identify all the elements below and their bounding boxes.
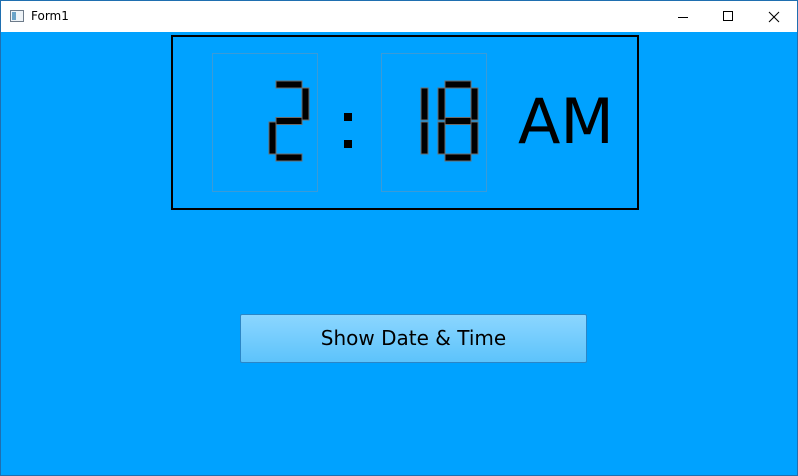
digit-segment-e <box>268 121 277 155</box>
digit-segment-a <box>444 80 472 89</box>
digit-segment-d <box>275 153 303 162</box>
digit-segment-b <box>301 87 310 121</box>
digit-segment-f <box>437 87 446 121</box>
digit-segment-e <box>437 121 446 155</box>
maximize-button[interactable] <box>706 1 752 32</box>
minimize-button[interactable] <box>660 1 706 32</box>
title-bar[interactable]: Form1 <box>1 1 797 32</box>
minute-display <box>381 53 487 192</box>
app-icon <box>10 10 24 22</box>
separator-dot-bottom <box>344 140 352 148</box>
hour-digits <box>268 80 310 162</box>
clock-panel: AM <box>171 35 639 210</box>
time-separator <box>341 105 355 155</box>
digit-segment-g <box>275 117 303 125</box>
digit-segment-c <box>470 121 479 155</box>
show-date-time-button[interactable]: Show Date & Time <box>240 314 587 363</box>
digit-segment-d <box>444 153 472 162</box>
hour-display <box>212 53 318 192</box>
digit-segment-b <box>420 87 429 121</box>
separator-dot-top <box>344 113 352 121</box>
app-window: Form1 AM Show Date & Time <box>0 0 798 476</box>
close-button[interactable] <box>751 1 797 32</box>
close-icon <box>768 11 780 23</box>
digit-segment-a <box>275 80 303 89</box>
window-title: Form1 <box>31 9 69 23</box>
digit-segment-g <box>444 117 472 125</box>
digit-segment-c <box>420 121 429 155</box>
digit-segment-b <box>470 87 479 121</box>
meridiem-label: AM <box>518 85 614 158</box>
minute-digits <box>420 80 479 162</box>
